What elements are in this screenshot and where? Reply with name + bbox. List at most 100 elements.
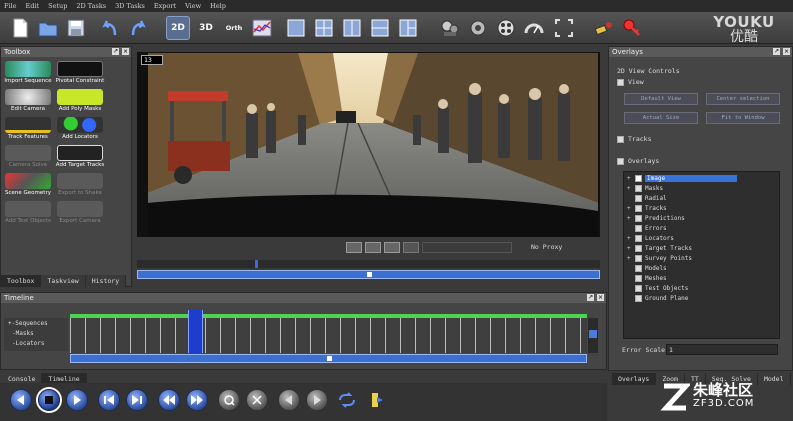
undock-icon[interactable]: ↗ xyxy=(112,48,119,55)
tool-add-poly-masks[interactable]: Add Poly Masks xyxy=(55,89,105,115)
tool-add-locators[interactable]: Add Locators xyxy=(55,117,105,143)
scrubber-playhead[interactable] xyxy=(255,260,258,268)
menu-edit[interactable]: Edit xyxy=(26,2,40,10)
default-view-button[interactable]: Default View xyxy=(624,93,698,105)
undo-button[interactable] xyxy=(98,16,122,40)
tree-item-test-objects[interactable]: Test Objects xyxy=(627,283,688,293)
tab-overlays[interactable]: Overlays xyxy=(612,373,657,385)
timeline-hscroll-thumb[interactable] xyxy=(327,356,332,361)
close-icon[interactable]: × xyxy=(783,48,790,55)
checkbox[interactable] xyxy=(635,294,642,302)
tree-item-ground-plane[interactable]: Ground Plane xyxy=(627,293,688,303)
tree-item-target-tracks[interactable]: + Target Tracks xyxy=(627,243,692,253)
error-scale-field[interactable] xyxy=(666,344,778,355)
prev-keyframe-button[interactable] xyxy=(278,389,300,411)
checkbox[interactable] xyxy=(635,244,642,252)
checkbox[interactable] xyxy=(635,264,642,272)
tool-add-target-tracks[interactable]: Add Target Tracks xyxy=(55,145,105,171)
export-playback-button[interactable] xyxy=(366,389,388,411)
play-reverse-button[interactable] xyxy=(10,389,32,411)
tool-edit-camera[interactable]: Edit Camera xyxy=(3,89,53,115)
expand-icon[interactable]: + xyxy=(627,255,633,262)
timeline-hscroll[interactable] xyxy=(70,354,587,363)
stop-button[interactable] xyxy=(38,389,60,411)
new-file-button[interactable] xyxy=(8,16,32,40)
view-orth-button[interactable]: Orth xyxy=(222,16,246,40)
tree-item-masks[interactable]: + Masks xyxy=(627,183,663,193)
viewer-snapshot-button[interactable] xyxy=(346,242,362,253)
tab-toolbox[interactable]: Toolbox xyxy=(1,275,42,287)
viewer-toggle-button[interactable] xyxy=(365,242,381,253)
step-forward-button[interactable] xyxy=(126,389,148,411)
tool-export-camera[interactable]: Export Camera xyxy=(55,201,105,227)
save-button[interactable] xyxy=(64,16,88,40)
layout-triple-button[interactable] xyxy=(396,16,420,40)
menu-file[interactable]: File xyxy=(4,2,17,10)
menu-help[interactable]: Help xyxy=(210,2,226,10)
tree-item-predictions[interactable]: + Predictions xyxy=(627,213,685,223)
center-selection-button[interactable]: Center selection xyxy=(706,93,780,105)
key-prev-button[interactable] xyxy=(218,389,240,411)
frame-scrubber[interactable] xyxy=(137,260,600,268)
close-icon[interactable]: × xyxy=(122,48,129,55)
tool-export-to-shake[interactable]: Export to Shake xyxy=(55,173,105,199)
pivot-tool-button[interactable] xyxy=(466,16,490,40)
tree-item-locators[interactable]: + Locators xyxy=(627,233,674,243)
open-file-button[interactable] xyxy=(36,16,60,40)
expand-icon[interactable]: + xyxy=(627,245,633,252)
layout-single-button[interactable] xyxy=(284,16,308,40)
timeline-vscroll[interactable] xyxy=(588,318,598,353)
film-reel-button[interactable] xyxy=(494,16,518,40)
key-next-button[interactable] xyxy=(246,389,268,411)
view-3d-button[interactable]: 3D xyxy=(194,16,218,40)
undock-icon[interactable]: ↗ xyxy=(773,48,780,55)
menu-3d-tasks[interactable]: 3D Tasks xyxy=(115,2,145,10)
layout-grid-button[interactable] xyxy=(312,16,336,40)
viewer-refresh-button[interactable] xyxy=(384,242,400,253)
expand-icon[interactable]: + xyxy=(627,235,633,242)
expand-icon[interactable]: + xyxy=(627,185,633,192)
tree-item-tracks[interactable]: + Tracks xyxy=(627,203,667,213)
layout-split-v-button[interactable] xyxy=(340,16,364,40)
checkbox[interactable] xyxy=(635,214,642,222)
tree-item-radial[interactable]: Radial xyxy=(627,193,667,203)
outline-item-masks[interactable]: -Masks xyxy=(12,330,34,337)
tab-history[interactable]: History xyxy=(85,275,127,287)
view-expand-toggle[interactable] xyxy=(617,78,624,86)
tool-camera-solve[interactable]: Camera Solve xyxy=(3,145,53,171)
tool-track-features[interactable]: Track Features xyxy=(3,117,53,143)
tree-item-meshes[interactable]: Meshes xyxy=(627,273,667,283)
timeline-current-frame[interactable] xyxy=(188,310,203,353)
menu-view[interactable]: View xyxy=(185,2,201,10)
menu-2d-tasks[interactable]: 2D Tasks xyxy=(76,2,106,10)
tool-add-test-objects[interactable]: Add Test Objects xyxy=(3,201,53,227)
overlays-expand-toggle[interactable] xyxy=(617,157,624,165)
close-icon[interactable]: × xyxy=(597,294,604,301)
expand-icon[interactable]: + xyxy=(627,215,633,222)
checkbox[interactable] xyxy=(635,184,642,192)
step-back-button[interactable] xyxy=(98,389,120,411)
layout-split-h-button[interactable] xyxy=(368,16,392,40)
frame-select-button[interactable] xyxy=(552,16,576,40)
menu-export[interactable]: Export xyxy=(154,2,176,10)
tool-pivotal-constraint[interactable]: Pivotal Constraint xyxy=(55,61,105,87)
timeline-vscroll-thumb[interactable] xyxy=(589,330,597,338)
tools-button[interactable] xyxy=(592,16,616,40)
tree-item-image[interactable]: + Image xyxy=(627,173,737,183)
curve-view-button[interactable] xyxy=(250,16,274,40)
tree-item-models[interactable]: Models xyxy=(627,263,667,273)
go-to-start-button[interactable] xyxy=(158,389,180,411)
go-to-end-button[interactable] xyxy=(186,389,208,411)
tab-taskview[interactable]: Taskview xyxy=(41,275,86,287)
undock-icon[interactable]: ↗ xyxy=(587,294,594,301)
expand-icon[interactable]: + xyxy=(627,175,633,182)
checkbox[interactable] xyxy=(635,224,642,232)
checkbox[interactable] xyxy=(635,234,642,242)
checkbox[interactable] xyxy=(635,254,642,262)
gauge-button[interactable] xyxy=(522,16,546,40)
checkbox[interactable] xyxy=(635,194,642,202)
actual-size-button[interactable]: Actual Size xyxy=(624,112,698,124)
checkbox[interactable] xyxy=(635,284,642,292)
fit-to-window-button[interactable]: Fit to Window xyxy=(706,112,780,124)
menu-setup[interactable]: Setup xyxy=(48,2,67,10)
